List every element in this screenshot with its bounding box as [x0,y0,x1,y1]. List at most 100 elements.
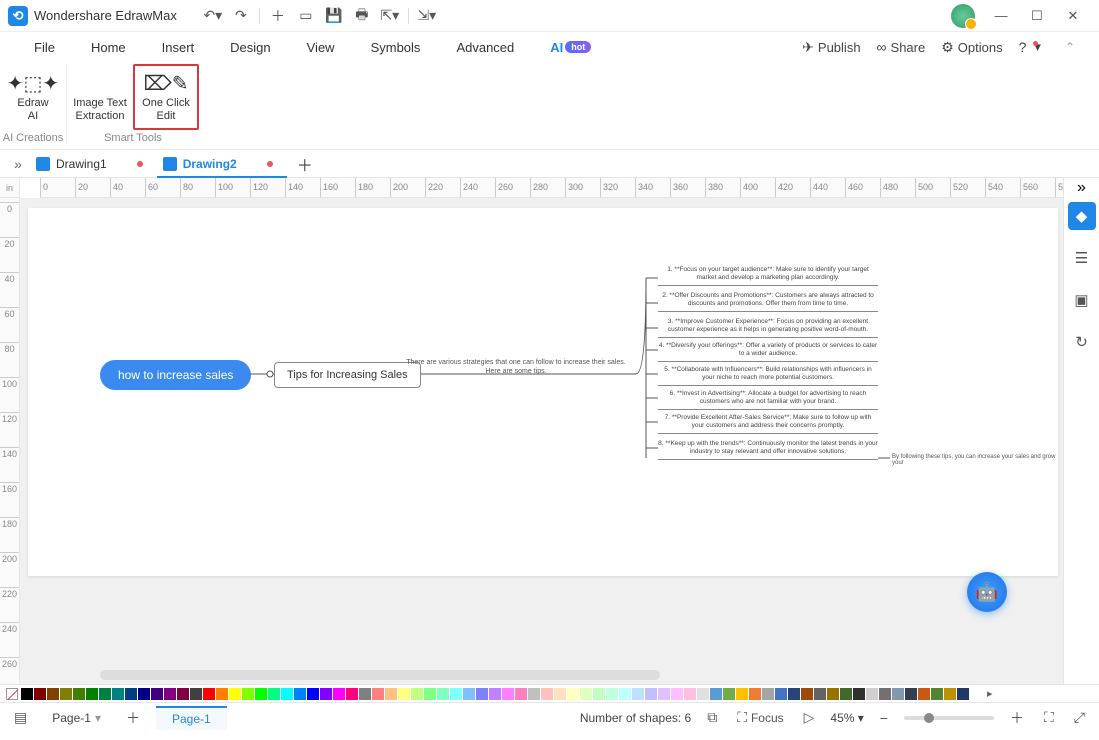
color-swatch[interactable] [710,688,722,700]
more-colors-button[interactable]: ▸ [987,687,993,700]
color-swatch[interactable] [801,688,813,700]
color-swatch[interactable] [840,688,852,700]
minimize-button[interactable]: — [983,2,1019,30]
close-button[interactable]: ✕ [1055,2,1091,30]
color-swatch[interactable] [632,688,644,700]
color-swatch[interactable] [827,688,839,700]
color-swatch[interactable] [190,688,202,700]
no-color-swatch[interactable] [6,688,18,700]
color-swatch[interactable] [944,688,956,700]
color-swatch[interactable] [372,688,384,700]
color-swatch[interactable] [125,688,137,700]
mindmap-intro-text[interactable]: There are various strategies that one ca… [406,358,626,376]
color-swatch[interactable] [216,688,228,700]
color-swatch[interactable] [723,688,735,700]
history-panel-button[interactable]: ↻ [1068,328,1096,356]
one-click-edit-button[interactable]: ⌦✎ One Click Edit [133,64,199,130]
color-swatch[interactable] [463,688,475,700]
mindmap-root-node[interactable]: how to increase sales [100,360,251,390]
tabs-expand-button[interactable]: » [6,156,30,172]
color-swatch[interactable] [606,688,618,700]
color-swatch[interactable] [60,688,72,700]
color-swatch[interactable] [34,688,46,700]
color-swatch[interactable] [242,688,254,700]
color-swatch[interactable] [749,688,761,700]
color-swatch[interactable] [957,688,969,700]
export-button[interactable]: ⇱▾ [378,4,402,28]
mindmap-tip-6[interactable]: 6. **Invest in Advertising**: Allocate a… [658,390,878,410]
add-page-button[interactable]: ＋ [122,706,144,730]
zoom-out-button[interactable]: − [876,708,892,728]
color-swatch[interactable] [788,688,800,700]
color-swatch[interactable] [385,688,397,700]
color-swatch[interactable] [515,688,527,700]
layers-button[interactable]: ⧉ [703,707,721,728]
presentation-panel-button[interactable]: ▣ [1068,286,1096,314]
mindmap-tip-7[interactable]: 7. **Provide Excellent After-Sales Servi… [658,414,878,434]
mindmap-tip-4[interactable]: 4. **Diversify your offerings**: Offer a… [658,342,878,362]
color-swatch[interactable] [684,688,696,700]
color-swatch[interactable] [931,688,943,700]
doc-tab-drawing1[interactable]: Drawing1 [30,150,157,177]
options-button[interactable]: ⚙Options [941,39,1002,56]
publish-button[interactable]: ✈Publish [802,39,860,56]
color-swatch[interactable] [528,688,540,700]
horizontal-scrollbar[interactable] [100,670,660,680]
open-button[interactable]: ▭ [294,4,318,28]
doc-tab-drawing2[interactable]: Drawing2 [157,150,287,177]
mindmap-followup-text[interactable]: By following these tips, you can increas… [892,454,1058,466]
color-swatch[interactable] [502,688,514,700]
color-swatch[interactable] [541,688,553,700]
color-swatch[interactable] [112,688,124,700]
drawing-canvas[interactable]: how to increase sales Tips for Increasin… [28,208,1058,576]
color-swatch[interactable] [905,688,917,700]
share-button[interactable]: ∞Share [877,39,926,55]
color-swatch[interactable] [814,688,826,700]
color-swatch[interactable] [424,688,436,700]
color-swatch[interactable] [177,688,189,700]
format-panel-button[interactable]: ◆ [1068,202,1096,230]
mindmap-tip-5[interactable]: 5. **Collaborate with Influencers**: Bui… [658,366,878,386]
add-tab-button[interactable]: ＋ [287,152,323,176]
color-swatch[interactable] [671,688,683,700]
menu-insert[interactable]: Insert [144,36,213,59]
mindmap-sub-node[interactable]: Tips for Increasing Sales [274,362,421,388]
print-button[interactable]: 🖶 [350,4,374,28]
save-button[interactable]: 💾 [322,4,346,28]
color-swatch[interactable] [866,688,878,700]
image-text-extraction-button[interactable]: �⵹ Image Text Extraction [67,64,133,130]
color-swatch[interactable] [437,688,449,700]
color-swatch[interactable] [398,688,410,700]
color-swatch[interactable] [658,688,670,700]
zoom-slider[interactable] [904,716,994,720]
color-swatch[interactable] [21,688,33,700]
fullscreen-button[interactable]: ⤢ [1070,707,1089,728]
color-swatch[interactable] [970,688,982,700]
undo-button[interactable]: ↶▾ [201,4,225,28]
color-swatch[interactable] [593,688,605,700]
color-swatch[interactable] [645,688,657,700]
page-tab[interactable]: Page-1 [156,706,227,730]
mindmap-tip-2[interactable]: 2. **Offer Discounts and Promotions**: C… [658,292,878,312]
edraw-ai-button[interactable]: ✦⬚✦ Edraw AI [0,64,66,130]
color-swatch[interactable] [567,688,579,700]
color-swatch[interactable] [73,688,85,700]
color-swatch[interactable] [86,688,98,700]
color-swatch[interactable] [359,688,371,700]
color-swatch[interactable] [580,688,592,700]
color-swatch[interactable] [164,688,176,700]
menu-home[interactable]: Home [73,36,144,59]
ai-chat-fab[interactable]: 🤖 [967,572,1007,612]
zoom-in-button[interactable]: ＋ [1006,706,1028,730]
color-swatch[interactable] [489,688,501,700]
zoom-value[interactable]: 45% ▾ [830,711,863,725]
color-swatch[interactable] [879,688,891,700]
page-panel-button[interactable]: ☰ [1068,244,1096,272]
color-swatch[interactable] [307,688,319,700]
color-swatch[interactable] [853,688,865,700]
menu-symbols[interactable]: Symbols [353,36,439,59]
collapse-ribbon-button[interactable]: ⌃ [1057,36,1083,58]
color-swatch[interactable] [268,688,280,700]
menu-ai[interactable]: AIhot [532,36,609,59]
color-swatch[interactable] [476,688,488,700]
